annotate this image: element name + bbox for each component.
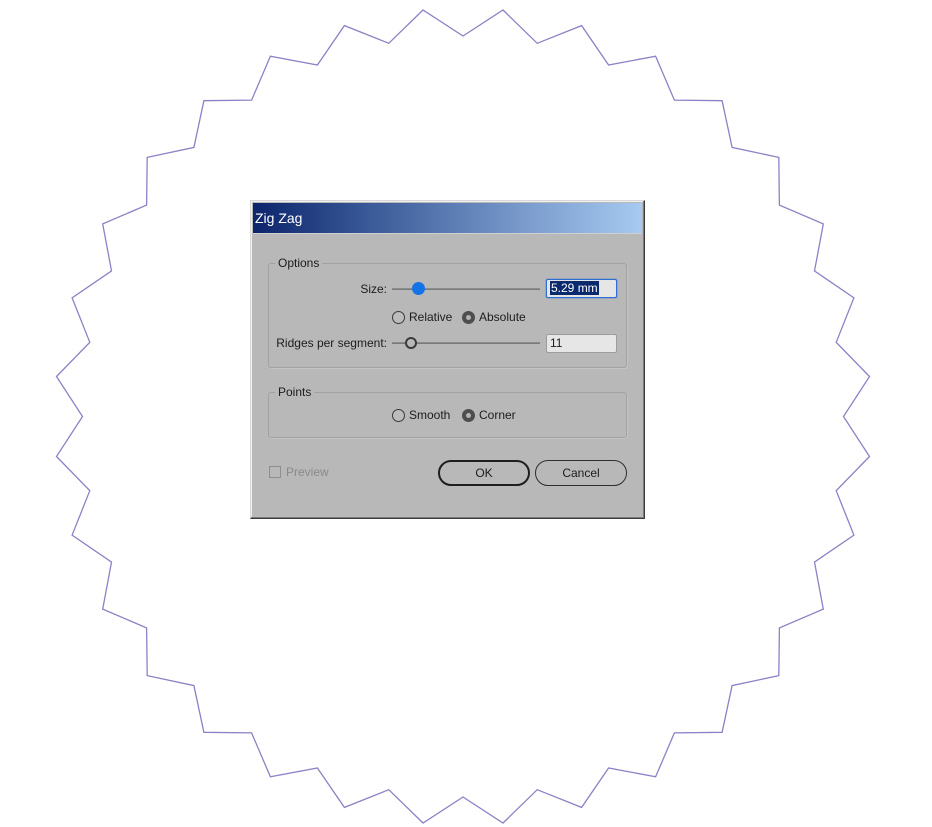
ridges-slider[interactable]: [392, 337, 540, 349]
smooth-radio[interactable]: Smooth: [392, 406, 450, 424]
size-input-selected-text: 5.29 mm: [550, 281, 599, 295]
relative-radio-label: Relative: [409, 310, 453, 324]
size-slider[interactable]: [392, 282, 540, 295]
smooth-radio-label: Smooth: [409, 408, 451, 422]
options-group-label: Options: [275, 255, 323, 271]
relative-radio[interactable]: Relative: [392, 308, 452, 326]
ridges-label: Ridges per segment:: [276, 336, 387, 350]
zig-zag-dialog: Zig Zag Options Size: 5.29 mm Relative A…: [250, 200, 645, 519]
ridges-input-value: 11: [550, 336, 563, 350]
corner-radio-label: Corner: [479, 408, 516, 422]
points-group-label: Points: [275, 384, 315, 400]
radio-button-icon[interactable]: [392, 310, 405, 324]
dialog-title-bar[interactable]: Zig Zag: [253, 203, 642, 234]
absolute-radio-label: Absolute: [479, 310, 526, 324]
ridges-input[interactable]: 11: [546, 334, 617, 353]
radio-button-icon[interactable]: [462, 408, 475, 422]
radio-button-icon[interactable]: [392, 408, 405, 422]
size-label: Size:: [360, 282, 387, 296]
preview-checkbox[interactable]: [269, 466, 281, 478]
absolute-radio[interactable]: Absolute: [462, 308, 526, 326]
preview-checkbox-label: Preview: [286, 465, 329, 479]
dialog-title: Zig Zag: [255, 210, 303, 226]
ok-button[interactable]: OK: [438, 460, 530, 486]
size-input[interactable]: 5.29 mm: [546, 279, 617, 298]
cancel-button[interactable]: Cancel: [535, 460, 627, 486]
radio-button-icon[interactable]: [462, 310, 475, 324]
corner-radio[interactable]: Corner: [462, 406, 516, 424]
